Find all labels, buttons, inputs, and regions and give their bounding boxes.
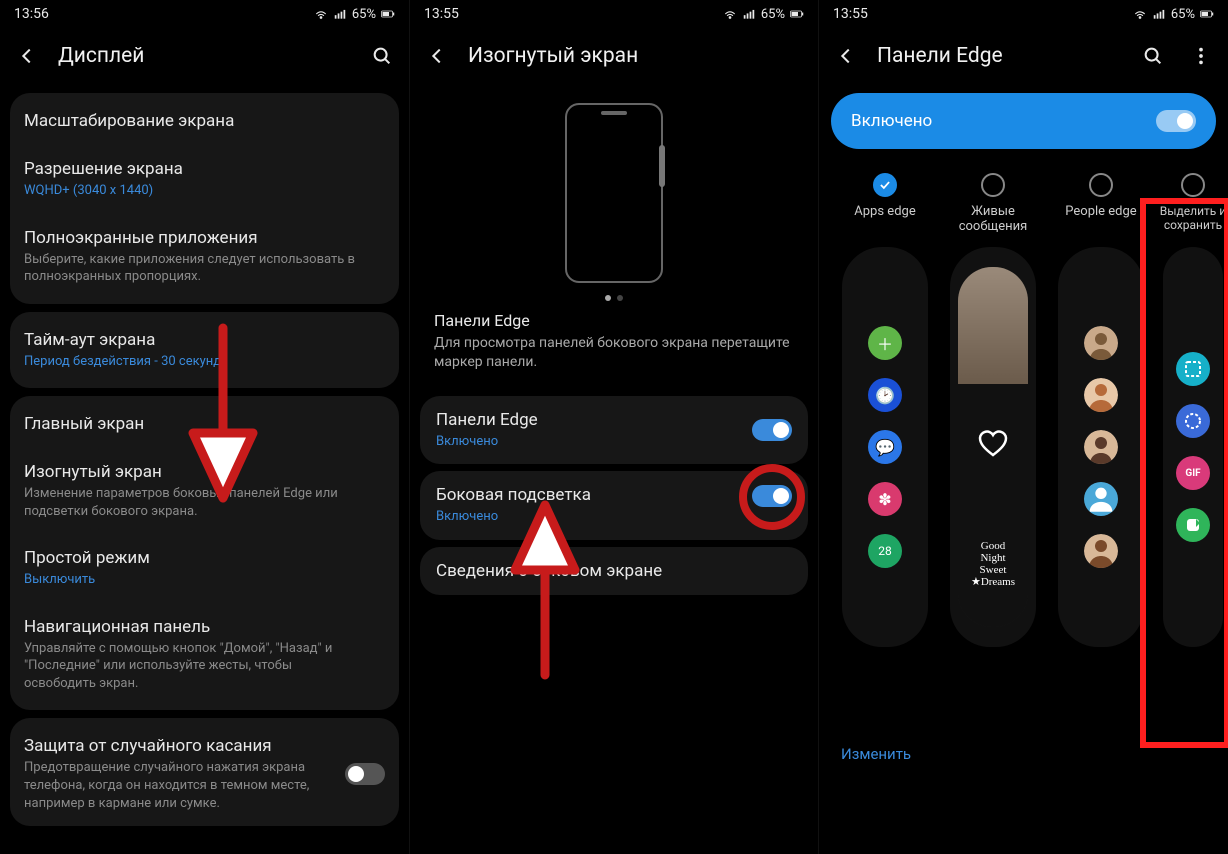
- avatar-icon: [1084, 430, 1118, 464]
- status-time: 13:55: [424, 6, 459, 22]
- item-accidental-touch[interactable]: Защита от случайного касания Предотвраще…: [24, 734, 385, 826]
- avatar-icon: [1084, 378, 1118, 412]
- battery-percent: 65%: [1171, 7, 1195, 22]
- settings-list: Панели Edge Включено Боковая подсветка В…: [410, 390, 818, 601]
- status-bar: 13:56 65%: [0, 0, 409, 28]
- settings-group-3: Главный экран Изогнутый экран Изменение …: [10, 396, 399, 710]
- screen-display-settings: 13:56 65% Дисплей Масштабирование экрана…: [0, 0, 409, 854]
- item-screen-timeout[interactable]: Тайм-аут экрана Период бездействия - 30 …: [24, 328, 385, 373]
- settings-group-1: Масштабирование экрана Разрешение экрана…: [10, 93, 399, 304]
- select-circle-icon: [1176, 404, 1210, 438]
- pin-icon: [1176, 508, 1210, 542]
- edge-panels-toggle[interactable]: [752, 419, 792, 441]
- screen-edge-screen: 13:55 65% Изогнутый экран Панели Edge Дл…: [409, 0, 818, 854]
- page-title: Панели Edge: [877, 44, 1122, 68]
- image-stack-icon: Good Night Sweet ★Dreams: [958, 267, 1028, 627]
- battery-icon: [790, 7, 804, 21]
- item-nav-bar[interactable]: Навигационная панель Управляйте с помощь…: [24, 603, 385, 695]
- signal-icon: [742, 7, 756, 21]
- status-time: 13:55: [833, 6, 868, 22]
- calendar-icon: 28: [868, 534, 902, 568]
- panel-checkbox[interactable]: [873, 173, 897, 197]
- panel-preview: [1058, 247, 1144, 647]
- more-button[interactable]: [1184, 39, 1218, 73]
- status-time: 13:56: [14, 6, 49, 22]
- edge-preview: [410, 83, 818, 311]
- phone-frame-icon: [565, 103, 663, 283]
- panel-preview: Good Night Sweet ★Dreams: [950, 247, 1036, 647]
- wifi-icon: [1133, 7, 1147, 21]
- search-icon: [1142, 45, 1164, 67]
- avatar-icon: [1084, 534, 1118, 568]
- item-screen-scaling[interactable]: Масштабирование экрана: [24, 109, 385, 145]
- gif-icon: GIF: [1176, 456, 1210, 490]
- back-button[interactable]: [420, 39, 454, 73]
- person-icon: [1084, 482, 1118, 516]
- edge-handle-icon: [659, 145, 665, 187]
- page-title: Дисплей: [58, 44, 351, 68]
- panel-people-edge[interactable]: People edge: [1047, 167, 1155, 729]
- screen-edge-panels: 13:55 65% Панели Edge Включено Apps edge…: [818, 0, 1228, 854]
- edge-lighting-toggle[interactable]: [752, 485, 792, 507]
- settings-list: Масштабирование экрана Разрешение экрана…: [0, 83, 409, 826]
- item-fullscreen-apps[interactable]: Полноэкранные приложения Выберите, какие…: [24, 214, 385, 288]
- panels-strip[interactable]: Apps edge ＋ 🕑 💬 ✽ 28 Живые сообщения Goo…: [819, 159, 1228, 729]
- app-bar: Дисплей: [0, 28, 409, 83]
- starred-icon: ✽: [868, 482, 902, 516]
- status-bar: 13:55 65%: [819, 0, 1228, 28]
- battery-percent: 65%: [761, 7, 785, 22]
- accidental-touch-toggle[interactable]: [345, 763, 385, 785]
- master-enable-toggle[interactable]: [1156, 110, 1196, 132]
- clock-icon: 🕑: [868, 378, 902, 412]
- item-simple-mode[interactable]: Простой режим Выключить: [24, 534, 385, 603]
- page-title: Изогнутый экран: [468, 44, 808, 68]
- signal-icon: [1152, 7, 1166, 21]
- wifi-icon: [314, 7, 328, 21]
- change-link[interactable]: Изменить: [819, 729, 1228, 779]
- signal-icon: [333, 7, 347, 21]
- panel-checkbox[interactable]: [1089, 173, 1113, 197]
- page-indicator: [605, 295, 623, 301]
- edge-info: Панели Edge Для просмотра панелей боково…: [410, 311, 818, 390]
- status-icons: 65%: [1133, 7, 1214, 22]
- back-button[interactable]: [10, 39, 44, 73]
- item-edge-panels[interactable]: Панели Edge Включено: [420, 396, 808, 465]
- panel-checkbox[interactable]: [1181, 173, 1205, 197]
- battery-percent: 65%: [352, 7, 376, 22]
- item-edge-lighting[interactable]: Боковая подсветка Включено: [420, 471, 808, 540]
- panel-live-messages[interactable]: Живые сообщения Good Night Sweet ★Dreams: [939, 167, 1047, 729]
- panel-apps-edge[interactable]: Apps edge ＋ 🕑 💬 ✽ 28: [831, 167, 939, 729]
- battery-icon: [381, 7, 395, 21]
- panel-checkbox[interactable]: [981, 173, 1005, 197]
- item-home-screen[interactable]: Главный экран: [24, 412, 385, 448]
- panel-preview: GIF: [1163, 247, 1223, 647]
- messages-icon: 💬: [868, 430, 902, 464]
- settings-group-2: Тайм-аут экрана Период бездействия - 30 …: [10, 312, 399, 389]
- back-button[interactable]: [829, 39, 863, 73]
- app-bar: Панели Edge: [819, 28, 1228, 83]
- search-button[interactable]: [365, 39, 399, 73]
- avatar-icon: [1084, 326, 1118, 360]
- master-enable-pill[interactable]: Включено: [831, 93, 1216, 149]
- settings-group-4: Защита от случайного касания Предотвраще…: [10, 718, 399, 826]
- item-resolution[interactable]: Разрешение экрана WQHD+ (3040 x 1440): [24, 145, 385, 214]
- status-icons: 65%: [314, 7, 395, 22]
- battery-icon: [1200, 7, 1214, 21]
- item-edge-about[interactable]: Сведения о боковом экране: [420, 547, 808, 595]
- more-vert-icon: [1190, 45, 1212, 67]
- calculator-icon: ＋: [868, 326, 902, 360]
- status-icons: 65%: [723, 7, 804, 22]
- search-button[interactable]: [1136, 39, 1170, 73]
- item-edge-screen[interactable]: Изогнутый экран Изменение параметров бок…: [24, 448, 385, 534]
- select-rect-icon: [1176, 352, 1210, 386]
- wifi-icon: [723, 7, 737, 21]
- status-bar: 13:55 65%: [410, 0, 818, 28]
- search-icon: [371, 45, 393, 67]
- panel-preview: ＋ 🕑 💬 ✽ 28: [842, 247, 928, 647]
- panel-select-save[interactable]: Выделить и сохранить GIF: [1155, 167, 1228, 729]
- app-bar: Изогнутый экран: [410, 28, 818, 83]
